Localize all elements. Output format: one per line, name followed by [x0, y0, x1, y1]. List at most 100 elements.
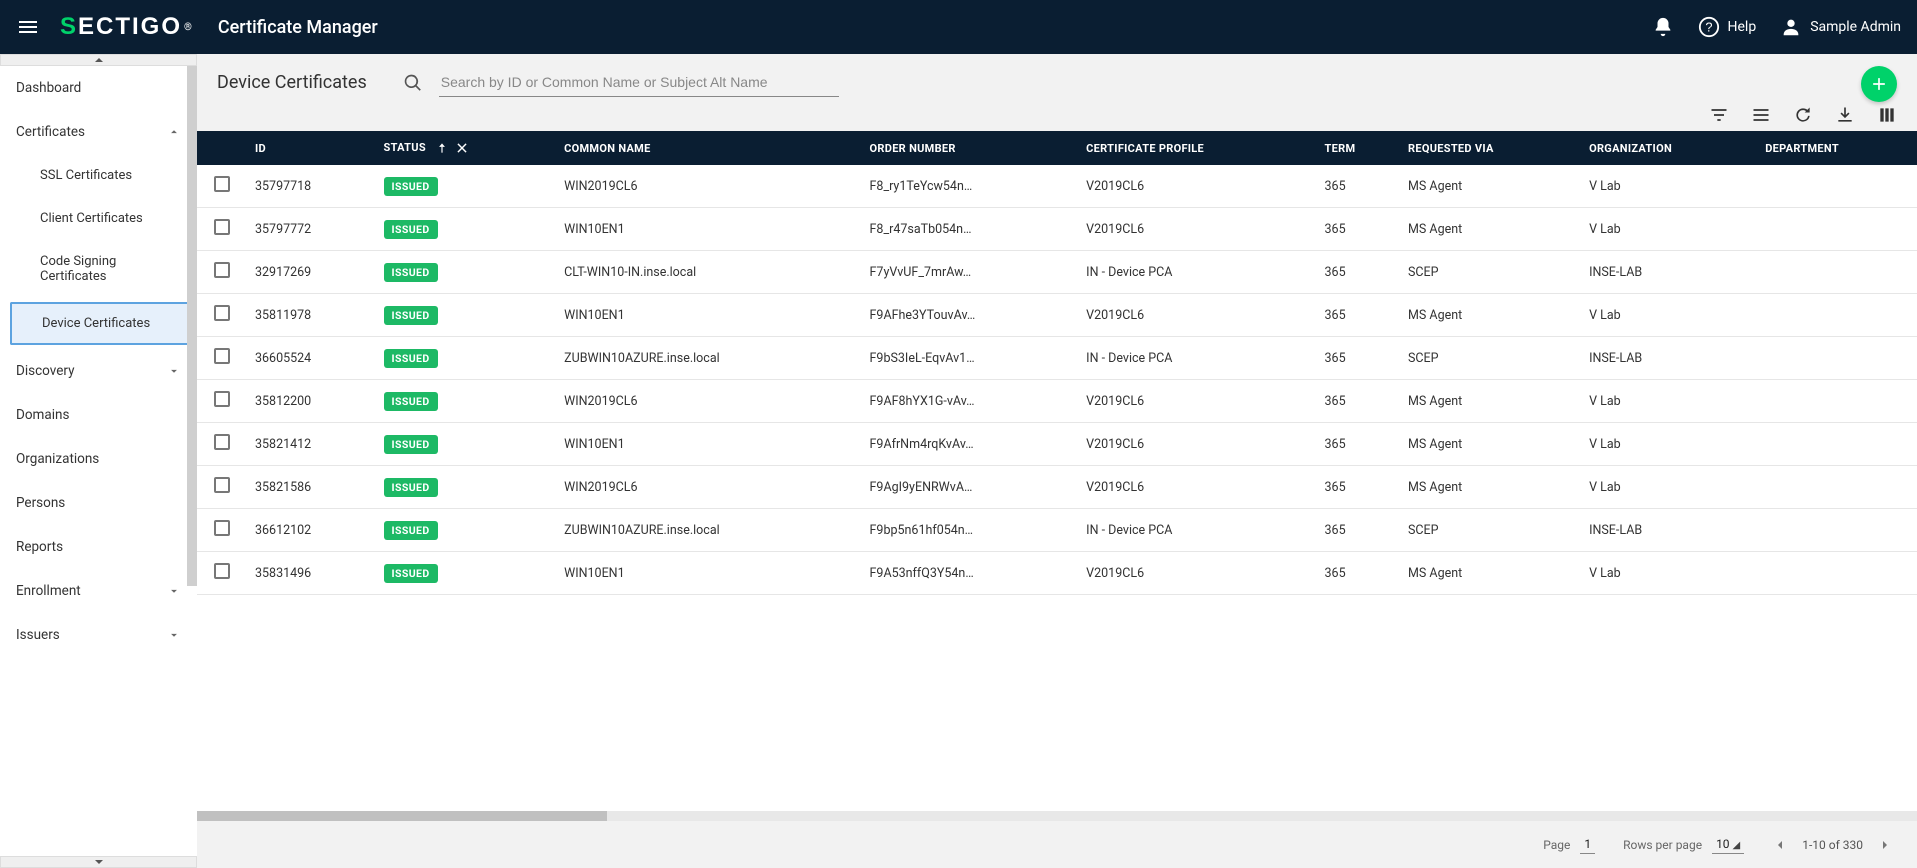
row-checkbox[interactable] — [214, 176, 230, 192]
rpp-value[interactable]: 10 ◢ — [1712, 835, 1744, 854]
cell-id: 35811978 — [247, 294, 376, 337]
table-row[interactable]: 35797718ISSUEDWIN2019CL6F8_ry1TeYcw54n…V… — [197, 165, 1917, 208]
clear-sort-icon[interactable] — [455, 141, 469, 155]
search-input[interactable] — [439, 68, 839, 97]
table-row[interactable]: 36612102ISSUEDZUBWIN10AZURE.inse.localF9… — [197, 509, 1917, 552]
sidebar-item-domains[interactable]: Domains — [0, 393, 197, 437]
cell-via: MS Agent — [1400, 294, 1581, 337]
pager-range: 1-10 of 330 — [1802, 838, 1863, 852]
sidebar-item-persons[interactable]: Persons — [0, 481, 197, 525]
row-checkbox[interactable] — [214, 219, 230, 235]
paginator: Page 1 Rows per page 10 ◢ 1-10 of 330 — [197, 821, 1917, 868]
cell-status: ISSUED — [376, 337, 557, 380]
list-icon[interactable] — [1751, 105, 1771, 125]
table-row[interactable]: 35797772ISSUEDWIN10EN1F8_r47saTb054n…V20… — [197, 208, 1917, 251]
app-title: Certificate Manager — [218, 17, 378, 38]
row-checkbox[interactable] — [214, 348, 230, 364]
cell-org: INSE-LAB — [1581, 509, 1757, 552]
sidebar-item-label: Code Signing Certificates — [40, 254, 116, 284]
row-checkbox[interactable] — [214, 305, 230, 321]
cell-org: V Lab — [1581, 423, 1757, 466]
help-group[interactable]: ? Help — [1698, 16, 1757, 38]
cell-term: 365 — [1317, 337, 1400, 380]
sidebar-item-device-certificates[interactable]: Device Certificates — [10, 302, 191, 345]
search-icon[interactable] — [403, 73, 423, 93]
columns-icon[interactable] — [1877, 105, 1897, 125]
cell-status: ISSUED — [376, 294, 557, 337]
next-page-icon[interactable] — [1877, 837, 1893, 853]
user-group[interactable]: Sample Admin — [1780, 16, 1901, 38]
cell-order: F8_r47saTb054n… — [862, 208, 1079, 251]
menu-button[interactable] — [16, 15, 40, 39]
col-common-name[interactable]: COMMON NAME — [556, 131, 861, 165]
col-id[interactable]: ID — [247, 131, 376, 165]
plus-icon — [1869, 74, 1889, 94]
sort-asc-icon[interactable] — [435, 141, 449, 155]
sidebar-item-reports[interactable]: Reports — [0, 525, 197, 569]
cell-order: F9bS3IeL-EqvAv1… — [862, 337, 1079, 380]
cell-id: 32917269 — [247, 251, 376, 294]
download-icon[interactable] — [1835, 105, 1855, 125]
table-row[interactable]: 35812200ISSUEDWIN2019CL6F9AF8hYX1G-vAv…V… — [197, 380, 1917, 423]
table-row[interactable]: 32917269ISSUEDCLT-WIN10-IN.inse.localF7y… — [197, 251, 1917, 294]
col-organization[interactable]: ORGANIZATION — [1581, 131, 1757, 165]
table-row[interactable]: 35821586ISSUEDWIN2019CL6F9AgI9yENRWvA…V2… — [197, 466, 1917, 509]
horizontal-scrollbar[interactable] — [197, 811, 1917, 821]
add-button[interactable] — [1861, 66, 1897, 102]
page-indicator: Page 1 — [1543, 835, 1595, 854]
scrollbar-thumb[interactable] — [197, 811, 607, 821]
filter-icon[interactable] — [1709, 105, 1729, 125]
prev-page-icon[interactable] — [1772, 837, 1788, 853]
sidebar-item-dashboard[interactable]: Dashboard — [0, 66, 197, 110]
bell-icon[interactable] — [1652, 16, 1674, 38]
sidebar-item-organizations[interactable]: Organizations — [0, 437, 197, 481]
col-status[interactable]: STATUS — [376, 131, 557, 165]
refresh-icon[interactable] — [1793, 105, 1813, 125]
table-row[interactable]: 35831496ISSUEDWIN10EN1F9A53nffQ3Y54n…V20… — [197, 552, 1917, 595]
col-order-number[interactable]: ORDER NUMBER — [862, 131, 1079, 165]
sidebar-scroll-down[interactable] — [0, 856, 197, 868]
cell-id: 35831496 — [247, 552, 376, 595]
table-row[interactable]: 35821412ISSUEDWIN10EN1F9AfrNm4rqKvAv…V20… — [197, 423, 1917, 466]
col-term[interactable]: TERM — [1317, 131, 1400, 165]
row-checkbox[interactable] — [214, 434, 230, 450]
sidebar-item-code-signing-certificates[interactable]: Code Signing Certificates — [0, 240, 197, 298]
sidebar-item-ssl-certificates[interactable]: SSL Certificates — [0, 154, 197, 197]
status-badge: ISSUED — [384, 177, 438, 196]
sidebar-item-label: Certificates — [16, 124, 85, 140]
cell-term: 365 — [1317, 552, 1400, 595]
cell-profile: IN - Device PCA — [1078, 251, 1316, 294]
col-certificate-profile[interactable]: CERTIFICATE PROFILE — [1078, 131, 1316, 165]
cell-org: V Lab — [1581, 165, 1757, 208]
sidebar-item-client-certificates[interactable]: Client Certificates — [0, 197, 197, 240]
cell-term: 365 — [1317, 380, 1400, 423]
cell-order: F7yVvUF_7mrAw… — [862, 251, 1079, 294]
row-checkbox[interactable] — [214, 262, 230, 278]
appbar-right: ? Help Sample Admin — [1652, 16, 1902, 38]
table-row[interactable]: 36605524ISSUEDZUBWIN10AZURE.inse.localF9… — [197, 337, 1917, 380]
appbar: SECTIGO® Certificate Manager ? Help Samp… — [0, 0, 1917, 54]
page-label: Page — [1543, 838, 1570, 852]
col-requested-via[interactable]: REQUESTED VIA — [1400, 131, 1581, 165]
cell-via: MS Agent — [1400, 165, 1581, 208]
cell-status: ISSUED — [376, 466, 557, 509]
table-row[interactable]: 35811978ISSUEDWIN10EN1F9AFhe3YTouvAv…V20… — [197, 294, 1917, 337]
page-value[interactable]: 1 — [1580, 835, 1595, 854]
row-checkbox[interactable] — [214, 563, 230, 579]
cell-profile: V2019CL6 — [1078, 380, 1316, 423]
col-department[interactable]: DEPARTMENT — [1757, 131, 1917, 165]
sidebar-scroll-up[interactable] — [0, 54, 197, 66]
sidebar-item-discovery[interactable]: Discovery — [0, 349, 197, 393]
sidebar-item-certificates[interactable]: Certificates — [0, 110, 197, 154]
cell-via: SCEP — [1400, 509, 1581, 552]
cell-via: SCEP — [1400, 337, 1581, 380]
sidebar-item-issuers[interactable]: Issuers — [0, 613, 197, 657]
toolbar-secondary — [197, 105, 1917, 131]
row-checkbox[interactable] — [214, 520, 230, 536]
cell-order: F9AfrNm4rqKvAv… — [862, 423, 1079, 466]
sidebar-item-enrollment[interactable]: Enrollment — [0, 569, 197, 613]
row-checkbox[interactable] — [214, 391, 230, 407]
cell-status: ISSUED — [376, 380, 557, 423]
row-checkbox[interactable] — [214, 477, 230, 493]
brand-letter: S — [60, 13, 78, 41]
